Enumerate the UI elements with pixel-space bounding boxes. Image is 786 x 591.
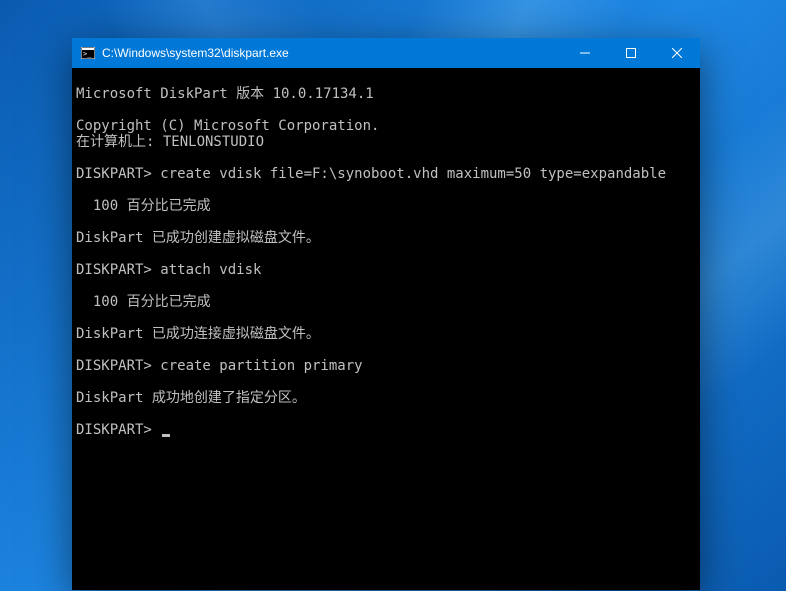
terminal-line: Microsoft DiskPart 版本 10.0.17134.1 [76, 86, 700, 102]
terminal-line [76, 246, 700, 262]
maximize-button[interactable] [608, 38, 654, 68]
terminal-line [76, 310, 700, 326]
window-controls [562, 38, 700, 68]
terminal-output[interactable]: Microsoft DiskPart 版本 10.0.17134.1 Copyri… [72, 68, 700, 590]
terminal-line [76, 342, 700, 358]
terminal-line [76, 374, 700, 390]
terminal-line [76, 102, 700, 118]
terminal-line [76, 150, 700, 166]
cursor [162, 434, 170, 437]
console-window: >_ C:\Windows\system32\diskpart.exe Micr… [72, 38, 700, 590]
terminal-line: 在计算机上: TENLONSTUDIO [76, 134, 700, 150]
terminal-line [76, 182, 700, 198]
app-icon: >_ [80, 45, 96, 61]
terminal-line: 100 百分比已完成 [76, 294, 700, 310]
terminal-line [76, 406, 700, 422]
terminal-line [76, 70, 700, 86]
terminal-line [76, 278, 700, 294]
terminal-line: DISKPART> create partition primary [76, 358, 700, 374]
terminal-line: Copyright (C) Microsoft Corporation. [76, 118, 700, 134]
terminal-line: DISKPART> create vdisk file=F:\synoboot.… [76, 166, 700, 182]
terminal-line: 100 百分比已完成 [76, 198, 700, 214]
close-button[interactable] [654, 38, 700, 68]
terminal-line: DiskPart 成功地创建了指定分区。 [76, 390, 700, 406]
svg-text:>_: >_ [83, 50, 92, 58]
titlebar[interactable]: >_ C:\Windows\system32\diskpart.exe [72, 38, 700, 68]
terminal-line [76, 214, 700, 230]
terminal-line: DiskPart 已成功创建虚拟磁盘文件。 [76, 230, 700, 246]
terminal-line: DISKPART> attach vdisk [76, 262, 700, 278]
terminal-line: DiskPart 已成功连接虚拟磁盘文件。 [76, 326, 700, 342]
minimize-button[interactable] [562, 38, 608, 68]
terminal-line: DISKPART> [76, 422, 700, 438]
window-title: C:\Windows\system32\diskpart.exe [102, 46, 562, 60]
